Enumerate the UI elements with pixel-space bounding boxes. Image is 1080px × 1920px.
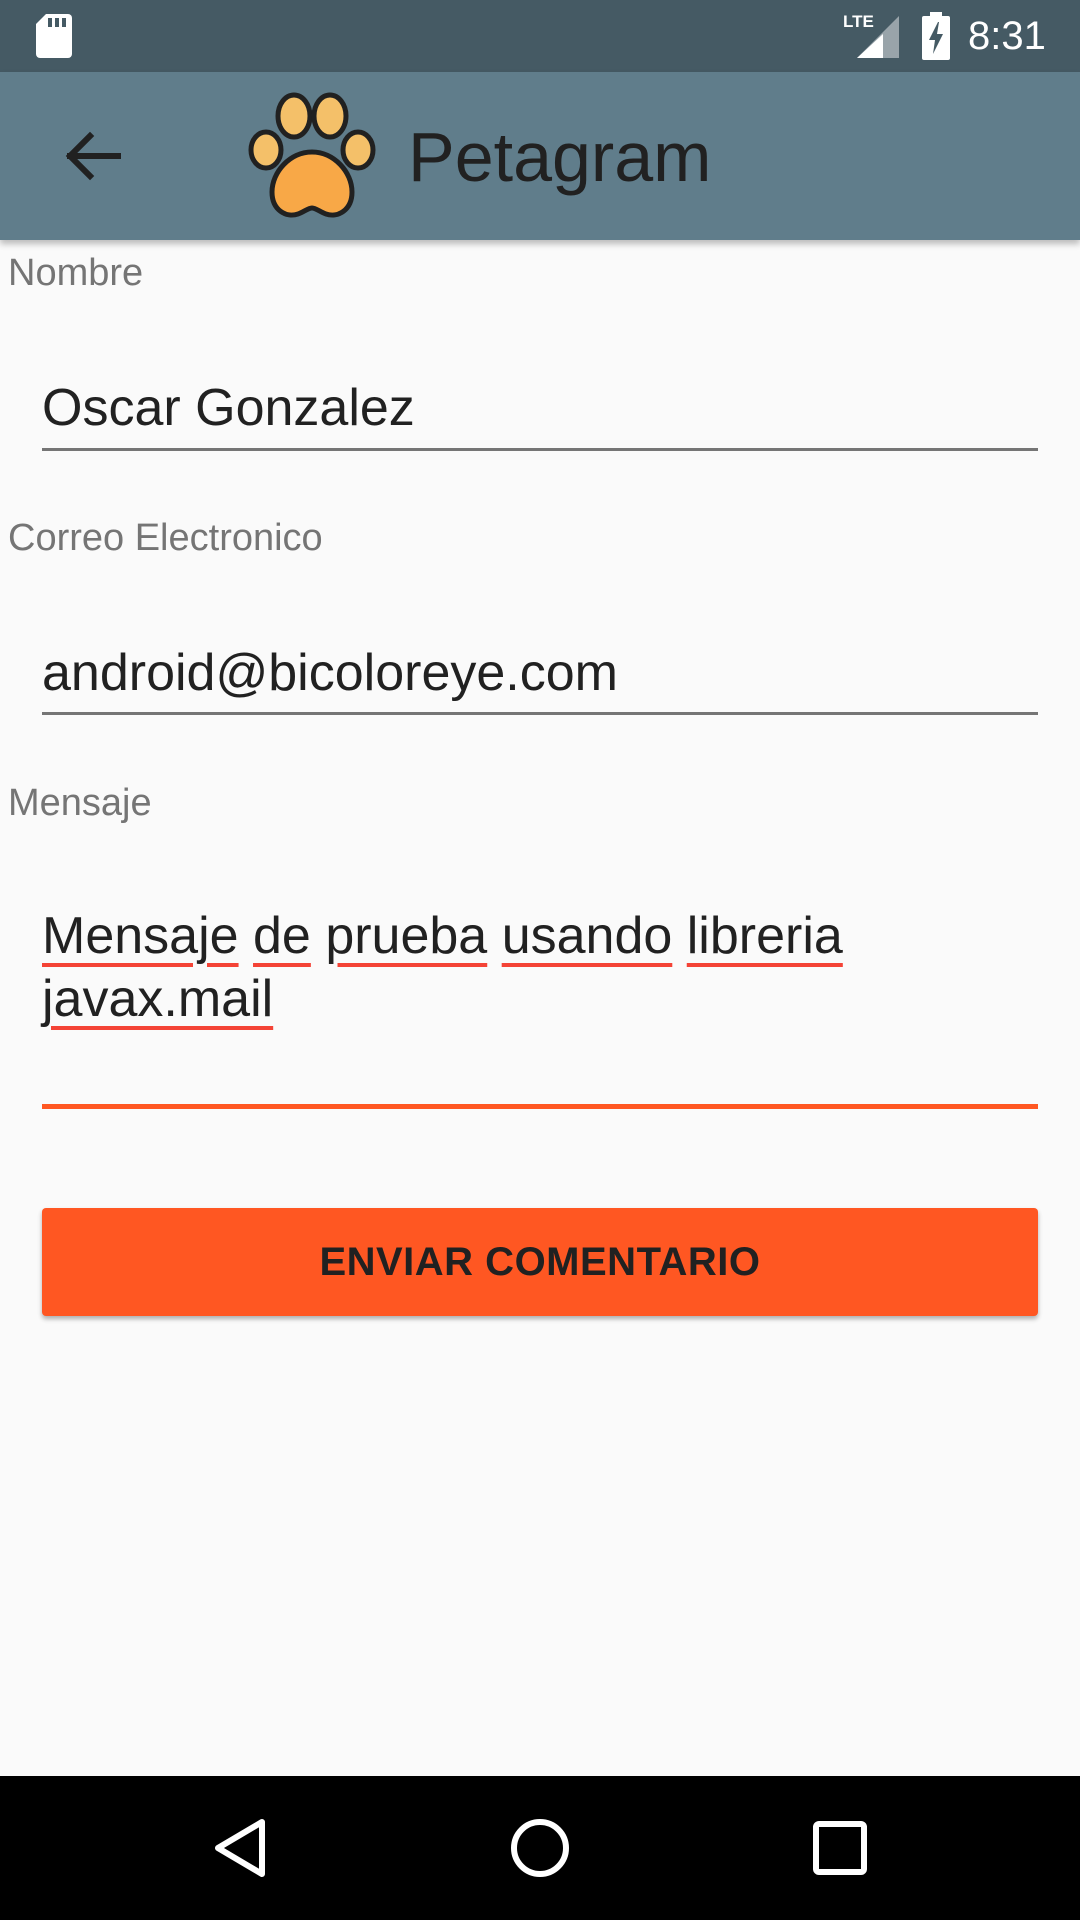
email-field[interactable]: android@bicoloreye.com xyxy=(42,643,1038,703)
name-label: Nombre xyxy=(8,252,144,294)
email-label: Correo Electronico xyxy=(8,517,323,559)
message-field-underline xyxy=(42,1104,1038,1109)
message-word: javax.mail xyxy=(42,970,274,1028)
message-word: usando xyxy=(501,907,673,965)
nav-back-button[interactable] xyxy=(190,1798,290,1898)
network-type-label: LTE xyxy=(843,12,874,31)
back-triangle-icon xyxy=(215,1819,265,1877)
message-word: libreria xyxy=(686,907,843,965)
status-bar: LTE 8:31 xyxy=(0,0,1080,72)
nav-recents-button[interactable] xyxy=(790,1798,890,1898)
app-bar: Petagram xyxy=(0,72,1080,240)
navigation-bar xyxy=(0,1776,1080,1920)
send-comment-button[interactable]: ENVIAR COMENTARIO xyxy=(42,1208,1038,1316)
name-field[interactable]: Oscar Gonzalez xyxy=(42,378,1038,438)
message-line-2: javax.mail xyxy=(42,969,273,1029)
nav-home-button[interactable] xyxy=(490,1798,590,1898)
message-field[interactable]: Mensaje de prueba usando libreria javax.… xyxy=(42,900,1038,1100)
name-field-underline xyxy=(42,448,1038,451)
message-line-1: Mensaje de prueba usando libreria xyxy=(42,906,843,966)
back-button[interactable] xyxy=(48,112,136,200)
lte-signal-icon: LTE xyxy=(843,12,899,58)
app-title: Petagram xyxy=(408,118,712,196)
home-circle-icon xyxy=(511,1819,569,1877)
recents-square-icon xyxy=(813,1821,867,1875)
message-word: prueba xyxy=(325,907,488,965)
arrow-back-icon xyxy=(65,131,121,181)
message-label: Mensaje xyxy=(8,782,152,824)
status-clock: 8:31 xyxy=(968,14,1046,58)
sd-card-icon xyxy=(36,14,72,58)
message-word: de xyxy=(253,907,311,965)
battery-charging-icon xyxy=(922,12,950,60)
email-field-underline xyxy=(42,712,1038,715)
paw-icon xyxy=(248,92,376,218)
message-word: Mensaje xyxy=(42,907,239,965)
